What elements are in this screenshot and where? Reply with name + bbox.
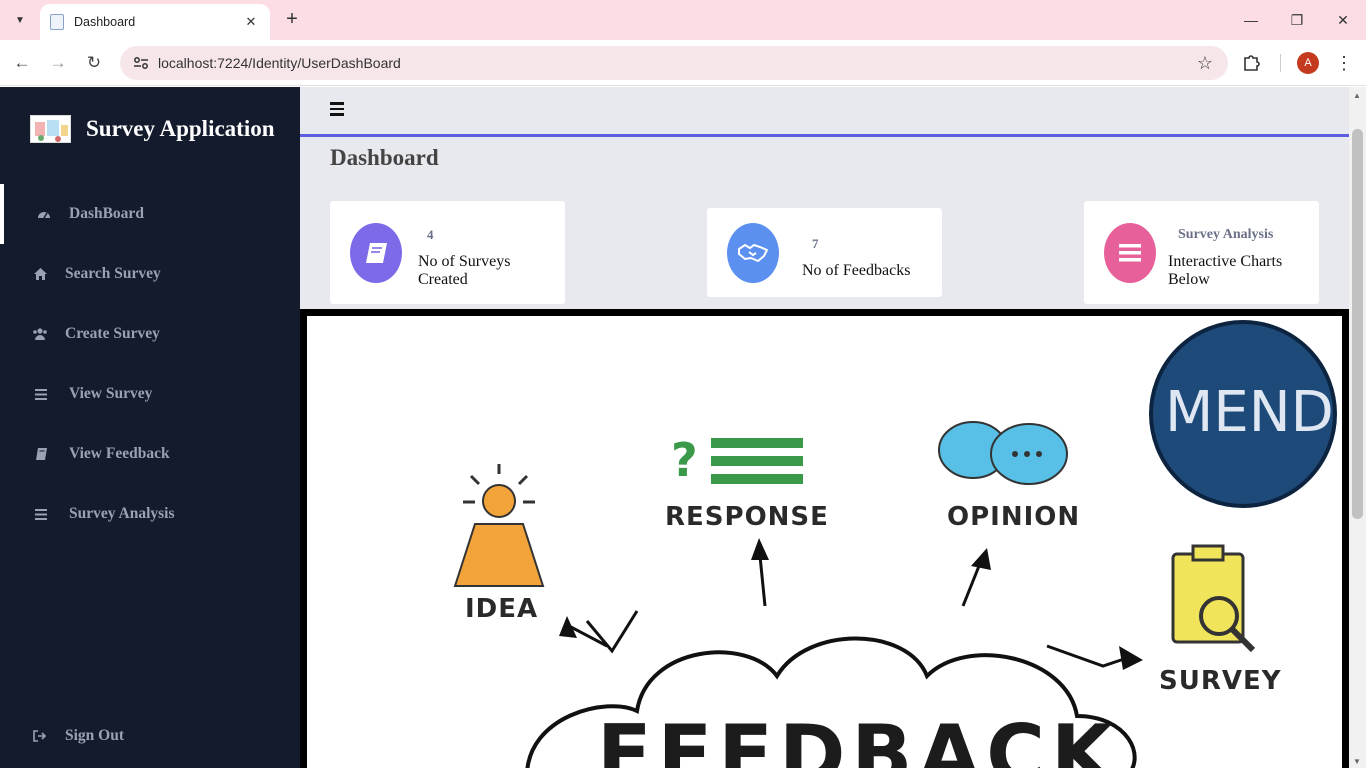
stat-value: 4 [427, 227, 434, 242]
sidebar-item-view-feedback[interactable]: View Feedback [0, 424, 300, 484]
sidebar-item-label: Search Survey [65, 265, 161, 282]
opinion-icon [938, 421, 1068, 485]
list-icon [33, 386, 49, 402]
users-icon [32, 326, 48, 342]
page: Survey Application DashBoard Search Surv… [0, 87, 1366, 768]
stat-label: Interactive Charts Below [1168, 253, 1283, 288]
stat-card-feedbacks: 7 No of Feedbacks [707, 208, 942, 297]
response-icon: ? [671, 433, 803, 487]
handshake-icon [727, 223, 779, 283]
illustration-label-idea: IDEA [465, 594, 539, 624]
brand-title: Survey Application [86, 116, 275, 141]
top-bar [300, 87, 1349, 137]
browser-menu-icon[interactable]: ⋮ [1334, 52, 1354, 74]
url-text[interactable]: localhost:7224/Identity/UserDashBoard [158, 55, 1190, 71]
stat-label: No of Surveys Created [418, 253, 511, 288]
scroll-up-arrow-icon[interactable]: ▲ [1353, 91, 1361, 100]
profile-avatar[interactable]: A [1297, 52, 1319, 74]
bars-icon [1104, 223, 1156, 283]
scrollbar-thumb[interactable] [1352, 129, 1363, 519]
list-icon [33, 506, 49, 522]
sidebar-item-dashboard[interactable]: DashBoard [0, 184, 300, 244]
toolbar-divider [1280, 54, 1281, 72]
browser-toolbar: ← → ↻ localhost:7224/Identity/UserDashBo… [0, 40, 1366, 86]
illustration-label-opinion: OPINION [947, 502, 1081, 532]
stat-value: Survey Analysis [1178, 227, 1274, 242]
illustration-label-center: FEEDBACK [597, 708, 1119, 768]
sign-out-icon [32, 728, 48, 744]
book-icon [350, 223, 402, 283]
brand[interactable]: Survey Application [30, 115, 275, 143]
home-icon [32, 266, 48, 282]
illustration-badge-text: MEND [1165, 380, 1334, 445]
stat-label: No of Feedbacks [802, 262, 911, 279]
browser-tab[interactable]: Dashboard ✕ [40, 4, 270, 40]
idea-icon [453, 464, 545, 587]
back-button[interactable]: ← [9, 50, 35, 76]
sidebar-item-create-survey[interactable]: Create Survey [0, 304, 300, 364]
sidebar-item-label: Sign Out [65, 727, 125, 744]
forward-button[interactable]: → [45, 50, 71, 76]
restore-button[interactable]: ❐ [1282, 8, 1312, 32]
feedback-illustration: ? IDEA RESPONSE OPINION SURVEY MEND FEED… [300, 309, 1349, 768]
sidebar-item-label: Create Survey [65, 325, 160, 342]
page-scrollbar[interactable]: ▲ ▼ [1349, 87, 1366, 768]
hamburger-menu-icon[interactable] [330, 102, 344, 116]
stat-value: 7 [812, 236, 819, 251]
address-bar[interactable]: localhost:7224/Identity/UserDashBoard ☆ [120, 46, 1228, 80]
sidebar-item-label: View Survey [69, 385, 153, 402]
scroll-down-arrow-icon[interactable]: ▼ [1353, 757, 1361, 766]
illustration-label-response: RESPONSE [665, 502, 829, 532]
new-tab-button[interactable]: + [280, 8, 304, 32]
sidebar-item-view-survey[interactable]: View Survey [0, 364, 300, 424]
tab-title: Dashboard [74, 15, 136, 29]
page-favicon-icon [50, 14, 64, 30]
dashboard-gauge-icon [36, 206, 52, 222]
site-info-icon[interactable] [126, 50, 156, 76]
sidebar: Survey Application DashBoard Search Surv… [0, 87, 300, 768]
main-content: Dashboard 4 No of Surveys Created 7 No o… [300, 87, 1349, 768]
sidebar-item-survey-analysis[interactable]: Survey Analysis [0, 484, 300, 544]
svg-text:?: ? [671, 433, 698, 487]
reload-button[interactable]: ↻ [81, 50, 107, 76]
sidebar-item-sign-out[interactable]: Sign Out [0, 706, 300, 766]
stat-card-survey-analysis[interactable]: Survey Analysis Interactive Charts Below [1084, 201, 1319, 304]
sidebar-item-search-survey[interactable]: Search Survey [0, 244, 300, 304]
extensions-puzzle-icon[interactable] [1242, 52, 1266, 74]
page-title: Dashboard [330, 145, 439, 170]
browser-tab-bar: ▼ Dashboard ✕ + — ❐ ✕ [0, 0, 1366, 40]
sidebar-item-label: Survey Analysis [69, 505, 175, 522]
stat-card-surveys: 4 No of Surveys Created [330, 201, 565, 304]
book-icon [33, 446, 49, 462]
illustration-label-survey: SURVEY [1159, 666, 1282, 696]
tab-close-icon[interactable]: ✕ [242, 14, 260, 30]
sidebar-item-label: View Feedback [69, 445, 170, 462]
minimize-button[interactable]: — [1236, 8, 1266, 32]
close-window-button[interactable]: ✕ [1328, 8, 1358, 32]
bookmark-star-icon[interactable]: ☆ [1190, 53, 1220, 74]
survey-icon [1171, 544, 1256, 653]
tab-search-button[interactable]: ▼ [8, 8, 32, 32]
brand-logo-icon [30, 115, 71, 143]
sidebar-item-label: DashBoard [69, 205, 144, 222]
